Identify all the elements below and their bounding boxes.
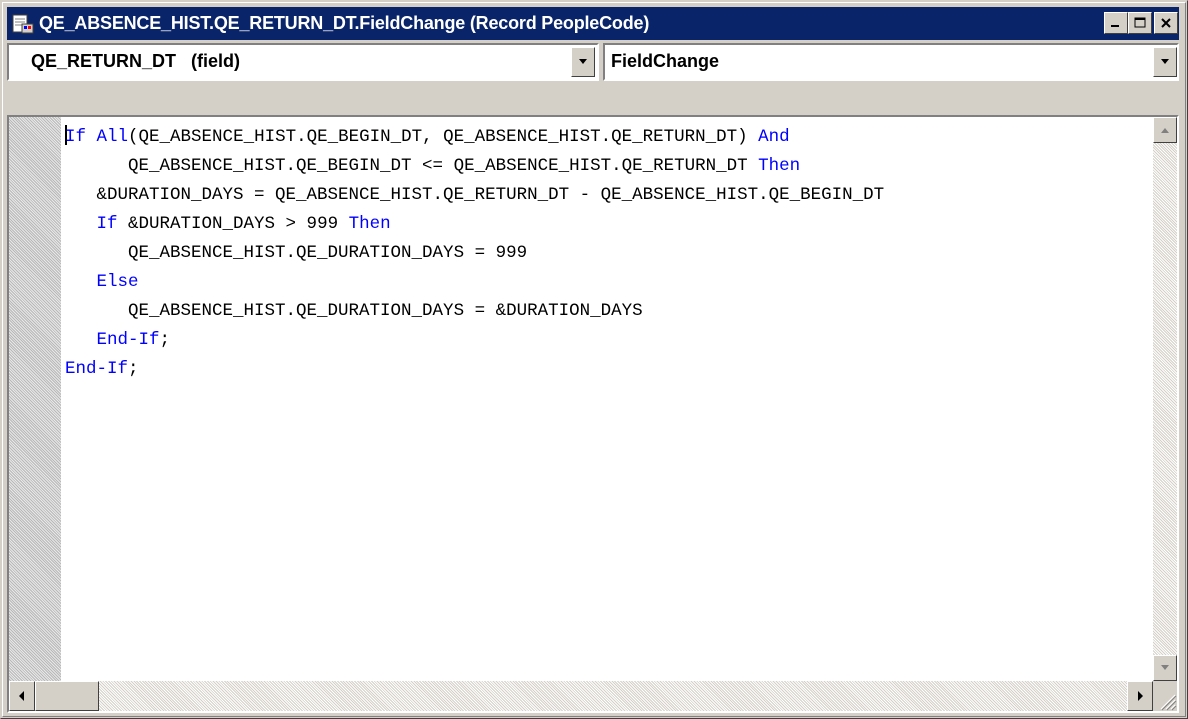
keyword-token: Else [96,272,139,292]
scroll-left-button[interactable] [9,681,35,711]
keyword-token: If [65,127,87,147]
scroll-up-button[interactable] [1153,117,1177,143]
peoplecode-editor-window: QE_ABSENCE_HIST.QE_RETURN_DT.FieldChange… [0,0,1188,719]
peoplecode-window-icon [11,12,35,36]
keyword-token: End-If [96,330,160,350]
code-line[interactable]: Else [65,268,884,297]
event-combo-value: FieldChange [611,51,720,71]
maximize-button[interactable] [1128,12,1152,34]
code-text[interactable]: If All(QE_ABSENCE_HIST.QE_BEGIN_DT, QE_A… [65,123,884,384]
field-combo[interactable]: QE_RETURN_DT (field) [7,43,599,81]
keyword-token: If [96,214,118,234]
code-line[interactable]: End-If; [65,355,884,384]
keyword-token: Then [348,214,391,234]
editor-gutter [9,117,61,681]
code-line[interactable]: &DURATION_DAYS = QE_ABSENCE_HIST.QE_RETU… [65,181,885,210]
arrow-up-icon [1161,128,1169,133]
chevron-down-icon [1161,59,1169,64]
resize-grip-icon [1160,694,1177,711]
minimize-icon [1111,25,1119,27]
arrow-right-icon [1138,691,1143,701]
title-bar[interactable]: QE_ABSENCE_HIST.QE_RETURN_DT.FieldChange… [7,7,1179,40]
keyword-token: Then [758,156,801,176]
code-area[interactable]: If All(QE_ABSENCE_HIST.QE_BEGIN_DT, QE_A… [61,117,1153,681]
window-title: QE_ABSENCE_HIST.QE_RETURN_DT.FieldChange… [39,13,650,33]
field-combo-value: QE_RETURN_DT (field) [31,51,241,71]
combo-row: QE_RETURN_DT (field) FieldChange [7,43,1179,83]
keyword-token: And [758,127,790,147]
chevron-down-icon [579,59,587,64]
scroll-down-button[interactable] [1153,655,1177,681]
arrow-down-icon [1161,665,1169,670]
code-line[interactable]: If &DURATION_DAYS > 999 Then [65,210,884,239]
code-editor[interactable]: If All(QE_ABSENCE_HIST.QE_BEGIN_DT, QE_A… [7,115,1179,713]
close-icon [1161,18,1171,28]
keyword-token: All [96,127,129,147]
maximize-icon [1134,17,1146,28]
vertical-scrollbar[interactable] [1153,117,1177,681]
horizontal-scroll-thumb[interactable] [35,681,99,711]
event-combo-dropdown-button[interactable] [1153,47,1177,77]
horizontal-scrollbar[interactable] [9,681,1153,711]
code-line[interactable]: If All(QE_ABSENCE_HIST.QE_BEGIN_DT, QE_A… [65,123,884,152]
scroll-right-button[interactable] [1127,681,1153,711]
arrow-left-icon [19,691,24,701]
code-line[interactable]: QE_ABSENCE_HIST.QE_DURATION_DAYS = &DURA… [65,297,884,326]
code-line[interactable]: QE_ABSENCE_HIST.QE_BEGIN_DT <= QE_ABSENC… [65,152,884,181]
field-combo-dropdown-button[interactable] [571,47,595,77]
close-button[interactable] [1154,12,1178,34]
minimize-button[interactable] [1104,12,1128,34]
code-line[interactable]: End-If; [65,326,884,355]
keyword-token: End-If [65,359,129,379]
resize-grip[interactable] [1153,681,1177,711]
event-combo[interactable]: FieldChange [603,43,1179,81]
code-line[interactable]: QE_ABSENCE_HIST.QE_DURATION_DAYS = 999 [65,239,884,268]
